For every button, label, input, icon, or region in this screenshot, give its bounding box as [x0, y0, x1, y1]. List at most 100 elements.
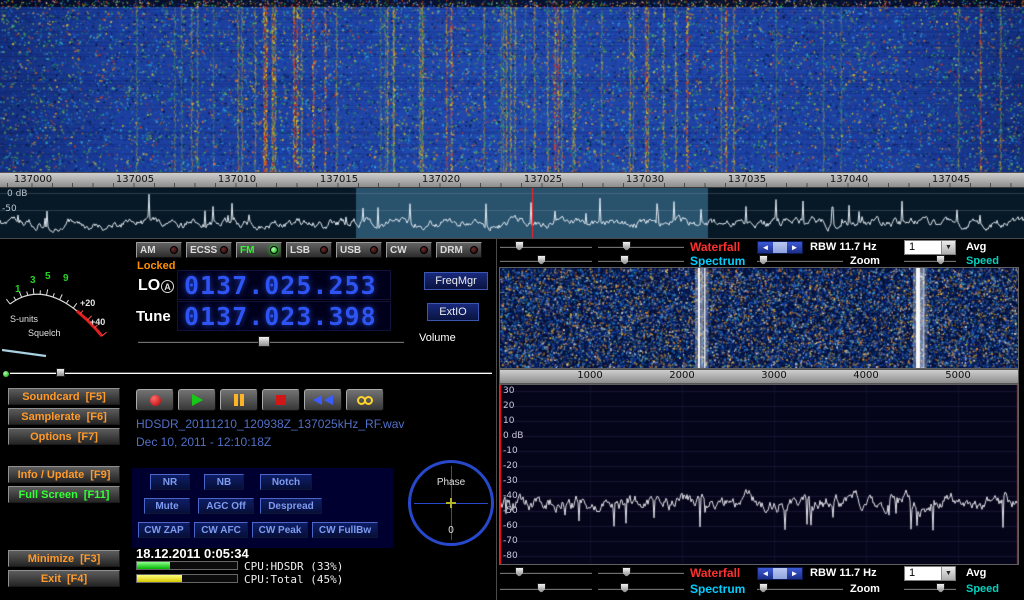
avg-label: Avg	[966, 241, 986, 254]
db-axis-label: -40	[503, 491, 518, 501]
spectrum-upper-slider[interactable]	[500, 255, 592, 266]
soundcard-button[interactable]: Soundcard[F5]	[8, 388, 120, 405]
combo-dropdown-icon[interactable]: ▼	[941, 241, 955, 254]
despread-button[interactable]: Despread	[260, 498, 322, 514]
slider-thumb[interactable]	[759, 583, 768, 593]
slider-thumb[interactable]	[515, 567, 524, 577]
nb-button[interactable]: NB	[204, 474, 244, 490]
avg-combo-2[interactable]: 1▼	[904, 566, 956, 581]
stop-button[interactable]	[262, 389, 300, 411]
pause-icon	[234, 394, 238, 406]
exit-button[interactable]: Exit[F4]	[8, 570, 120, 587]
spin-track[interactable]	[773, 242, 787, 253]
freqmgr-button[interactable]: FreqMgr	[424, 272, 488, 290]
spectrum-lower-slider[interactable]	[598, 255, 684, 266]
slider-thumb[interactable]	[515, 241, 524, 251]
slider-thumb[interactable]	[537, 255, 546, 265]
extio-button[interactable]: ExtIO	[427, 303, 479, 321]
db-axis-label: 30	[503, 386, 514, 396]
slider-thumb[interactable]	[620, 255, 629, 265]
fullscreen-button[interactable]: Full Screen[F11]	[8, 486, 120, 503]
waterfall-label-2: Waterfall	[690, 567, 740, 580]
notch-button[interactable]: Notch	[260, 474, 312, 490]
record-button[interactable]	[136, 389, 174, 411]
rf-waterfall-display[interactable]	[500, 268, 1018, 368]
play-button[interactable]	[178, 389, 216, 411]
recording-filename: HDSDR_20111210_120938Z_137025kHz_RF.wav	[136, 417, 404, 431]
volume-slider-thumb[interactable]	[258, 336, 270, 347]
spectrum-lower-slider-2[interactable]	[598, 583, 684, 594]
panel-divider-vertical	[496, 239, 497, 600]
slider-thumb[interactable]	[759, 255, 768, 265]
mode-usb-button[interactable]: USB	[336, 242, 382, 258]
cpu-total-bar-fill	[137, 575, 182, 582]
spin-left-icon[interactable]: ◄	[758, 568, 773, 579]
options-button[interactable]: Options[F7]	[8, 428, 120, 445]
samplerate-button[interactable]: Samplerate[F6]	[8, 408, 120, 425]
spin-track[interactable]	[773, 568, 787, 579]
mode-lsb-button[interactable]: LSB	[286, 242, 332, 258]
tune-frequency-display[interactable]: 0137.023.398	[177, 301, 391, 331]
mode-am-button[interactable]: AM	[136, 242, 182, 258]
lo-frequency-display[interactable]: 0137.025.253	[177, 270, 391, 300]
agc-button[interactable]: AGC Off	[198, 498, 254, 514]
lo-a-badge-icon[interactable]: A	[161, 280, 174, 293]
main-frequency-ruler[interactable]: 137000 137005 137010 137015 137020 13702…	[0, 172, 1024, 188]
pause-button[interactable]	[220, 389, 258, 411]
slider-thumb[interactable]	[936, 583, 945, 593]
waterfall-spin-control-2[interactable]: ◄►	[757, 567, 803, 580]
waterfall-lower-slider[interactable]	[598, 241, 684, 252]
speed-slider[interactable]	[904, 255, 956, 266]
mode-ecss-button[interactable]: ECSS	[186, 242, 232, 258]
waterfall-upper-slider[interactable]	[500, 241, 592, 252]
s-meter: 1 3 5 9 +20 +40 S-units Squelch	[2, 240, 124, 368]
spin-right-icon[interactable]: ►	[787, 242, 802, 253]
slider-thumb[interactable]	[620, 583, 629, 593]
waterfall-lower-slider-2[interactable]	[598, 567, 684, 578]
mode-drm-button[interactable]: DRM	[436, 242, 482, 258]
fullscreen-key: [F11]	[84, 489, 110, 501]
zoom-slider[interactable]	[757, 255, 843, 266]
zoom-slider-2[interactable]	[757, 583, 843, 594]
combo-dropdown-icon[interactable]: ▼	[941, 567, 955, 580]
ruler-label: 137040	[819, 174, 879, 187]
squelch-slider[interactable]	[10, 368, 492, 379]
slider-thumb[interactable]	[936, 255, 945, 265]
spin-right-icon[interactable]: ►	[787, 568, 802, 579]
ruler-label: 137030	[615, 174, 675, 187]
avg-combo[interactable]: 1▼	[904, 240, 956, 255]
cw-zap-button[interactable]: CW ZAP	[138, 522, 190, 538]
waterfall-upper-slider-2[interactable]	[500, 567, 592, 578]
cw-afc-button[interactable]: CW AFC	[194, 522, 248, 538]
rf-frequency-scale[interactable]: 1000 2000 3000 4000 5000	[499, 369, 1019, 384]
db-axis-label: 10	[503, 416, 514, 426]
loop-button[interactable]	[346, 389, 384, 411]
main-waterfall-display[interactable]	[0, 0, 1024, 172]
phase-scope: Phase 0	[408, 460, 494, 546]
volume-slider[interactable]	[138, 336, 404, 347]
squelch-slider-thumb[interactable]	[56, 368, 65, 377]
mute-button[interactable]: Mute	[144, 498, 190, 514]
exit-label: Exit	[41, 573, 61, 585]
smeter-scale-3: 3	[30, 275, 36, 286]
main-spectrum-display[interactable]: 0 dB -50	[0, 188, 1024, 238]
speed-slider-2[interactable]	[904, 583, 956, 594]
cpu-hdsdr-text: CPU:HDSDR (33%)	[244, 560, 343, 573]
waterfall-spin-control[interactable]: ◄►	[757, 241, 803, 254]
minimize-button[interactable]: Minimize[F3]	[8, 550, 120, 567]
rewind-button[interactable]	[304, 389, 342, 411]
stop-icon	[276, 395, 286, 405]
slider-thumb[interactable]	[622, 567, 631, 577]
rf-waterfall-frame	[499, 267, 1019, 369]
slider-thumb[interactable]	[537, 583, 546, 593]
spin-left-icon[interactable]: ◄	[758, 242, 773, 253]
mode-cw-button[interactable]: CW	[386, 242, 432, 258]
spectrum-upper-slider-2[interactable]	[500, 583, 592, 594]
info-update-button[interactable]: Info / Update[F9]	[8, 466, 120, 483]
nr-button[interactable]: NR	[150, 474, 190, 490]
slider-thumb[interactable]	[622, 241, 631, 251]
cw-peak-button[interactable]: CW Peak	[252, 522, 308, 538]
mode-fm-button[interactable]: FM	[236, 242, 282, 258]
cw-fullbw-button[interactable]: CW FullBw	[312, 522, 378, 538]
rf-spectrum-display[interactable]	[500, 385, 1018, 564]
